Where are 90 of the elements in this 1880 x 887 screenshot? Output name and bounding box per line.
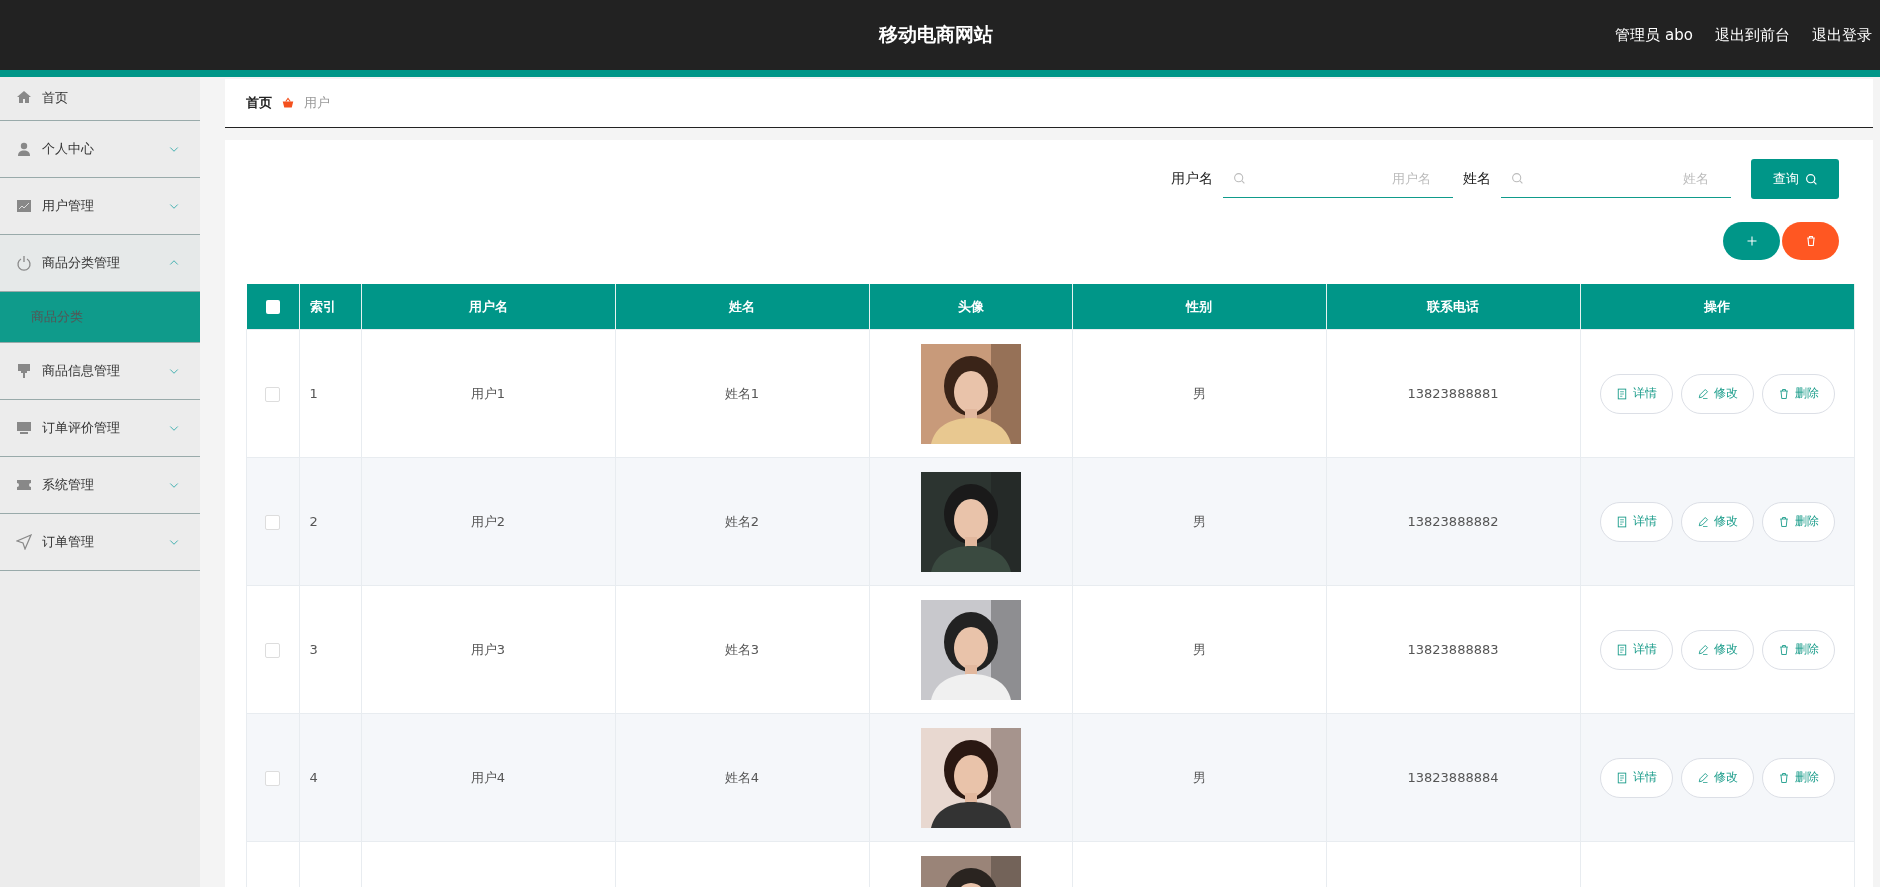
sidebar-label: 个人中心 (42, 140, 95, 158)
table-cell: 用户4 (361, 713, 615, 842)
edit-button[interactable]: 修改 (1680, 373, 1754, 414)
basket-icon (282, 97, 294, 109)
table-cell: 男 (1072, 713, 1326, 842)
field-label: 用户名 (1171, 170, 1213, 188)
site-title: 移动电商网站 (879, 22, 993, 47)
search-icon (1511, 172, 1524, 185)
sidebar-label: 首页 (42, 89, 69, 107)
column-header: 操作 (1580, 284, 1855, 330)
table-cell: 男 (1072, 585, 1326, 714)
column-header: 联系电话 (1326, 284, 1580, 330)
table-cell: 用户1 (361, 329, 615, 458)
edit-button[interactable]: 修改 (1680, 757, 1754, 798)
breadcrumb-item: 用户 (304, 94, 330, 112)
sidebar-label: 商品分类管理 (42, 254, 121, 272)
select-all-checkbox[interactable] (265, 300, 280, 315)
table-cell: 3 (299, 585, 361, 714)
delete-button[interactable]: 删除 (1761, 501, 1835, 542)
search-icon (1804, 172, 1818, 186)
search-icon (1233, 172, 1246, 185)
table-cell: 13823888881 (1326, 329, 1580, 458)
field-label: 姓名 (1463, 170, 1491, 188)
plus-icon (1745, 235, 1758, 247)
power-icon (16, 255, 32, 271)
table-cell: 姓名1 (615, 329, 869, 458)
ticket-icon (16, 477, 32, 493)
table-cell: 姓名2 (615, 457, 869, 586)
row-checkbox[interactable] (265, 642, 281, 658)
document-icon (1615, 387, 1628, 400)
column-header: 头像 (869, 284, 1072, 330)
sidebar-label: 订单评价管理 (42, 419, 121, 437)
breadcrumb-item[interactable]: 首页 (246, 94, 272, 112)
pencil-icon (1696, 387, 1709, 400)
header-link[interactable]: 退出到前台 (1715, 25, 1790, 45)
details-button[interactable]: 详情 (1599, 757, 1673, 798)
brush-icon (16, 363, 32, 379)
table-cell: 用户2 (361, 457, 615, 586)
row-checkbox[interactable] (265, 770, 281, 786)
pencil-icon (1696, 515, 1709, 528)
edit-button[interactable]: 修改 (1680, 629, 1754, 670)
document-icon (1615, 643, 1628, 656)
header-link[interactable]: 管理员 abo (1615, 25, 1693, 45)
sidebar-label: 订单管理 (42, 533, 95, 551)
table-cell: 13823888884 (1326, 713, 1580, 842)
delete-button[interactable]: 删除 (1761, 629, 1835, 670)
table-cell: 2 (299, 457, 361, 586)
trash-icon (1777, 643, 1790, 656)
column-header: 姓名 (615, 284, 869, 330)
details-button[interactable]: 详情 (1599, 629, 1673, 670)
trash-icon (1804, 235, 1817, 247)
table-cell: 男 (1072, 329, 1326, 458)
details-button[interactable]: 详情 (1599, 501, 1673, 542)
table-cell: 姓名3 (615, 585, 869, 714)
sidebar-label: 系统管理 (42, 476, 95, 494)
delete-button[interactable] (1782, 222, 1839, 260)
send-icon (16, 534, 32, 550)
delete-button[interactable]: 删除 (1761, 757, 1835, 798)
add-button[interactable] (1723, 222, 1780, 260)
trash-icon (1777, 515, 1790, 528)
row-checkbox[interactable] (265, 514, 281, 530)
monitor-icon (16, 420, 32, 436)
details-button[interactable]: 详情 (1599, 373, 1673, 414)
document-icon (1615, 771, 1628, 784)
pencil-icon (1696, 643, 1709, 656)
column-header: 用户名 (361, 284, 615, 330)
sidebar-label: 用户管理 (42, 197, 95, 215)
table-cell: 男 (1072, 457, 1326, 586)
chart-icon (16, 198, 32, 214)
table-cell: 13823888882 (1326, 457, 1580, 586)
table-cell: 4 (299, 713, 361, 842)
document-icon (1615, 515, 1628, 528)
search-button[interactable]: 查询 (1751, 159, 1839, 199)
header-link[interactable]: 退出登录 (1812, 25, 1872, 45)
home-icon (16, 89, 32, 105)
sidebar-subitem[interactable]: 商品分类 (0, 292, 200, 343)
table-cell: 用户3 (361, 585, 615, 714)
pencil-icon (1696, 771, 1709, 784)
table-cell: 13823888883 (1326, 585, 1580, 714)
user-icon (16, 141, 32, 157)
column-header: 索引 (299, 284, 361, 330)
sidebar-label: 商品信息管理 (42, 362, 121, 380)
row-checkbox[interactable] (265, 386, 281, 402)
column-header: 性别 (1072, 284, 1326, 330)
trash-icon (1777, 771, 1790, 784)
edit-button[interactable]: 修改 (1680, 501, 1754, 542)
trash-icon (1777, 387, 1790, 400)
table-cell: 1 (299, 329, 361, 458)
table-cell: 姓名4 (615, 713, 869, 842)
delete-button[interactable]: 删除 (1761, 373, 1835, 414)
